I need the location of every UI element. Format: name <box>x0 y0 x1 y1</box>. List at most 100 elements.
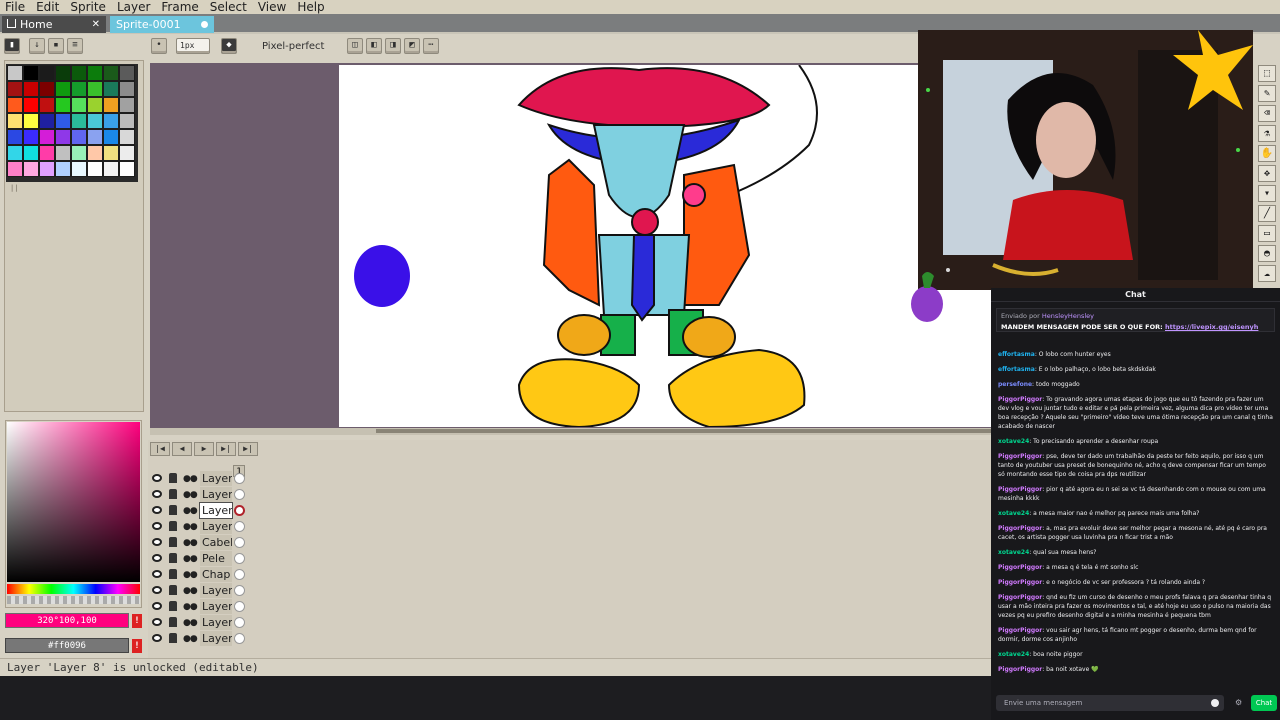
cel-icon[interactable] <box>234 569 245 580</box>
menu-item-sprite[interactable]: Sprite <box>65 0 112 14</box>
palette-swatch[interactable] <box>71 161 87 177</box>
eye-icon[interactable] <box>152 538 162 546</box>
foreground-color-button[interactable]: 320°100,100 <box>5 613 129 628</box>
palette-swatch[interactable] <box>87 161 103 177</box>
lock-icon[interactable] <box>169 505 177 515</box>
next-frame-icon[interactable]: ▶| <box>216 442 236 456</box>
layer-row[interactable]: ●● Layer <box>150 487 250 502</box>
hand-icon[interactable]: ✋ <box>1258 145 1276 162</box>
layer-name[interactable]: Layer <box>200 471 232 486</box>
warning-icon[interactable]: ! <box>132 639 142 653</box>
palette-swatch[interactable] <box>103 145 119 161</box>
eye-icon[interactable] <box>152 586 162 594</box>
prev-frame-icon[interactable]: ◀ <box>172 442 192 456</box>
rectangle-icon[interactable]: ▭ <box>1258 225 1276 242</box>
palette-swatch[interactable] <box>7 97 23 113</box>
palette-swatch[interactable] <box>7 113 23 129</box>
cel-icon[interactable] <box>234 537 245 548</box>
layer-name[interactable]: Layer <box>200 583 232 598</box>
eye-icon[interactable] <box>152 474 162 482</box>
chat-username[interactable]: effortasma <box>998 366 1035 373</box>
palette-swatch[interactable] <box>87 129 103 145</box>
chat-username[interactable]: xotave24 <box>998 651 1029 658</box>
lock-icon[interactable] <box>169 633 177 643</box>
palette-swatch[interactable] <box>87 113 103 129</box>
menu-item-help[interactable]: Help <box>292 0 330 14</box>
pinned-user[interactable]: HensleyHensley <box>1042 312 1094 320</box>
marquee-icon[interactable]: ⬚ <box>1258 65 1276 82</box>
chat-username[interactable]: PiggorPiggor <box>998 486 1042 493</box>
pinned-message[interactable]: Enviado por HensleyHensley MANDEM MENSAG… <box>996 308 1275 332</box>
layer-name[interactable]: Layer <box>200 615 232 630</box>
palette-swatch[interactable] <box>23 97 39 113</box>
pencil-icon[interactable]: ✎ <box>1258 85 1276 102</box>
palette-swatch[interactable] <box>87 81 103 97</box>
palette-swatch[interactable] <box>119 129 135 145</box>
ink-icon[interactable]: ◆ <box>221 38 237 54</box>
layer-name[interactable]: Chap <box>200 567 232 582</box>
chat-input[interactable]: Envie uma mensagem <box>996 695 1224 711</box>
palette-swatch[interactable] <box>39 97 55 113</box>
menu-item-file[interactable]: File <box>0 0 31 14</box>
cel-icon[interactable] <box>234 521 245 532</box>
warning-icon[interactable]: ! <box>132 614 142 628</box>
palette-swatch[interactable] <box>23 129 39 145</box>
alpha-bar[interactable] <box>7 596 140 604</box>
blur-icon[interactable]: ☁ <box>1258 265 1276 282</box>
fill-icon[interactable]: ▾ <box>1258 185 1276 202</box>
emoji-icon[interactable] <box>1211 699 1219 707</box>
continuous-icon[interactable]: ●● <box>183 474 198 484</box>
palette-swatch[interactable] <box>7 129 23 145</box>
lock-icon[interactable] <box>169 569 177 579</box>
layer-name[interactable]: Layer <box>199 502 233 519</box>
palette-swatch[interactable] <box>119 81 135 97</box>
symmetry-h-icon[interactable]: ◧ <box>366 38 382 54</box>
brush-size-input[interactable]: 1px <box>176 38 210 54</box>
continuous-icon[interactable]: ●● <box>183 634 198 644</box>
palette-swatch[interactable] <box>55 81 71 97</box>
menu-item-layer[interactable]: Layer <box>112 0 156 14</box>
palette-swatch[interactable] <box>23 65 39 81</box>
palette-swatch[interactable] <box>39 129 55 145</box>
eyedropper-icon[interactable]: ⚗ <box>1258 125 1276 142</box>
palette-swatch[interactable] <box>55 145 71 161</box>
layer-name[interactable]: Layer <box>200 631 232 646</box>
chat-username[interactable]: PiggorPiggor <box>998 627 1042 634</box>
tab-home[interactable]: Home ✕ <box>2 16 106 33</box>
continuous-icon[interactable]: ●● <box>183 602 198 612</box>
palette-swatch[interactable] <box>55 113 71 129</box>
palette-swatch[interactable] <box>23 161 39 177</box>
lock-icon[interactable]: ▮ <box>4 38 20 54</box>
palette-swatch[interactable] <box>119 113 135 129</box>
more-icon[interactable]: ⋯ <box>423 38 439 54</box>
chat-username[interactable]: xotave24 <box>998 549 1029 556</box>
scrollbar-thumb[interactable] <box>376 429 996 433</box>
palette-swatch[interactable] <box>103 161 119 177</box>
palette-swatch[interactable] <box>71 129 87 145</box>
palette-swatch[interactable] <box>71 97 87 113</box>
eye-icon[interactable] <box>152 618 162 626</box>
layer-row[interactable]: ●● Layer <box>150 519 250 534</box>
layer-row[interactable]: ●● Layer <box>150 471 250 486</box>
palette-swatch[interactable] <box>87 65 103 81</box>
palette-swatch[interactable] <box>7 65 23 81</box>
layer-row[interactable]: ●● Layer <box>150 615 250 630</box>
palette-swatch[interactable] <box>7 145 23 161</box>
first-frame-icon[interactable]: |◀ <box>150 442 170 456</box>
symmetry-both-icon[interactable]: ◩ <box>404 38 420 54</box>
layer-row[interactable]: ●● Cabel <box>150 535 250 550</box>
lock-icon[interactable] <box>169 537 177 547</box>
palette-swatch[interactable] <box>55 129 71 145</box>
continuous-icon[interactable]: ●● <box>183 570 198 580</box>
palette-swatch[interactable] <box>7 81 23 97</box>
cel-icon[interactable] <box>234 553 245 564</box>
lock-icon[interactable] <box>169 521 177 531</box>
symmetry-v-icon[interactable]: ◨ <box>385 38 401 54</box>
palette-swatch[interactable] <box>119 97 135 113</box>
palette-swatch[interactable] <box>7 161 23 177</box>
chat-username[interactable]: effortasma <box>998 351 1035 358</box>
sprite-canvas[interactable] <box>339 65 999 427</box>
palette-swatch[interactable] <box>39 81 55 97</box>
save-icon[interactable]: ▪ <box>48 38 64 54</box>
menu-item-view[interactable]: View <box>253 0 292 14</box>
